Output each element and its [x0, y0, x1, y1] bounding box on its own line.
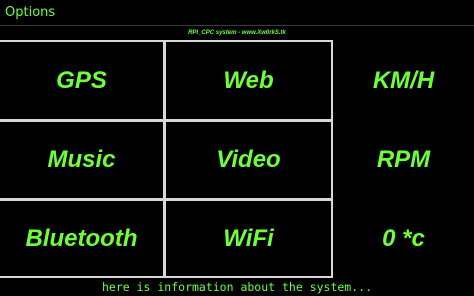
rpm-readout: RPM: [333, 122, 474, 198]
temperature-readout: 0 *c: [333, 201, 474, 276]
speed-readout: KM/H: [333, 42, 474, 119]
gps-label: GPS: [56, 66, 107, 94]
music-label: Music: [47, 146, 116, 173]
video-button[interactable]: Video: [166, 122, 331, 198]
speed-label: KM/H: [372, 66, 435, 94]
wifi-label: WiFi: [223, 224, 274, 252]
bluetooth-label: Bluetooth: [25, 224, 138, 252]
music-button[interactable]: Music: [0, 122, 163, 198]
bluetooth-button[interactable]: Bluetooth: [0, 201, 163, 276]
gps-button[interactable]: GPS: [0, 42, 163, 119]
status-bar: here is information about the system...: [0, 278, 474, 296]
web-button[interactable]: Web: [166, 42, 331, 119]
title-bar: Options: [0, 0, 474, 26]
video-label: Video: [216, 146, 281, 173]
status-message: here is information about the system...: [101, 280, 373, 294]
rpm-label: RPM: [376, 146, 431, 173]
web-label: Web: [223, 66, 274, 94]
system-subtitle: RPI_CPC system - www.Xw0rkS.tk: [188, 30, 286, 36]
window-title: Options: [5, 5, 56, 20]
temperature-label: 0 *c: [382, 224, 425, 252]
wifi-button[interactable]: WiFi: [166, 201, 331, 276]
